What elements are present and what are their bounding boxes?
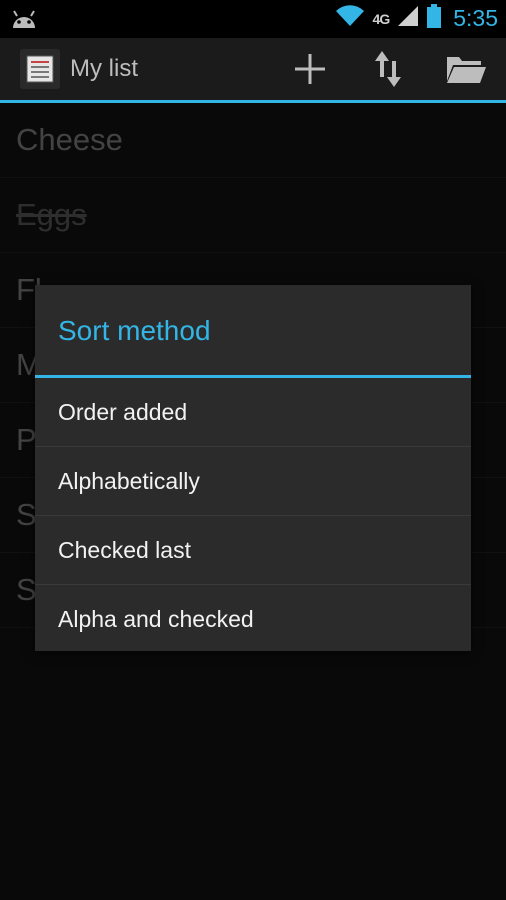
sort-option-order-added[interactable]: Order added [35,378,471,447]
wifi-icon [335,5,365,32]
dialog-title: Sort method [35,285,471,378]
battery-icon [427,4,442,33]
add-button[interactable] [288,49,332,93]
action-bar: My list [0,38,506,103]
app-title: My list [70,55,138,82]
sort-option-alpha-and-checked[interactable]: Alpha and checked [35,585,471,653]
signal-icon [397,5,419,32]
sort-option-alphabetically[interactable]: Alphabetically [35,447,471,516]
network-type-label: 4G [372,10,391,27]
folder-icon [445,53,487,90]
sort-arrows-icon [373,49,403,94]
clock: 5:35 [453,5,498,31]
open-list-button[interactable] [444,49,488,93]
sort-option-checked-last[interactable]: Checked last [35,516,471,585]
app-icon[interactable] [20,49,60,89]
status-bar: 4G 5:35 [0,0,506,38]
sort-method-dialog: Sort method Order added Alphabetically C… [35,285,471,651]
plus-icon [292,51,328,92]
android-icon [10,8,38,35]
sort-button[interactable] [366,49,410,93]
